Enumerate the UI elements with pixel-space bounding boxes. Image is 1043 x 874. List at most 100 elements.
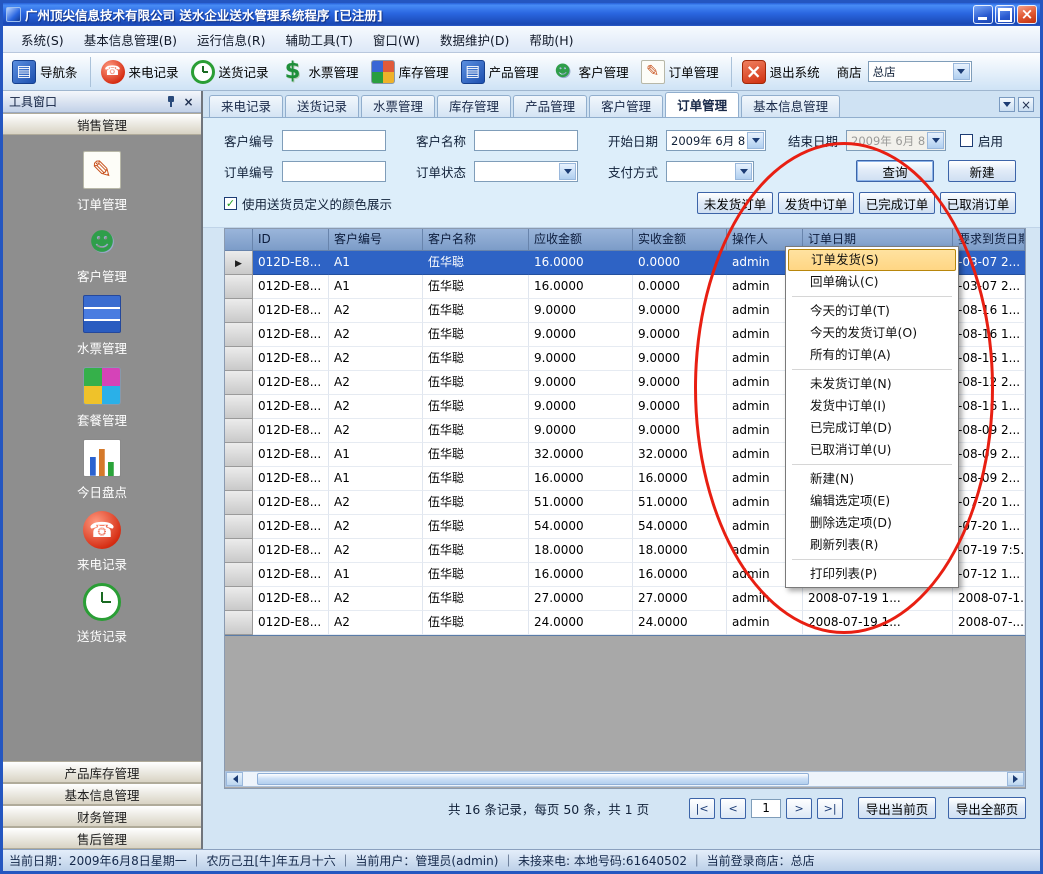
pay-method-arrow-icon[interactable]: [735, 163, 752, 180]
page-number-input[interactable]: [751, 799, 781, 818]
table-row[interactable]: 012D-E8... A2 伍华聪 24.0000 24.0000 admin …: [225, 611, 1025, 635]
tab[interactable]: 基本信息管理: [741, 95, 840, 117]
toolbar-button[interactable]: 产品管理: [456, 57, 544, 87]
menu-item[interactable]: 运行信息(R): [187, 26, 275, 53]
toolbar-button[interactable]: 送货记录: [186, 57, 274, 87]
sidebar-item[interactable]: 今日盘点: [77, 439, 127, 501]
menu-item[interactable]: 系统(S): [11, 26, 74, 53]
context-menu-item[interactable]: 回单确认(C): [788, 271, 956, 293]
sidebar-item[interactable]: 水票管理: [77, 295, 127, 357]
minimize-button[interactable]: [973, 5, 993, 24]
horizontal-scrollbar[interactable]: [225, 771, 1025, 787]
order-no-input[interactable]: [282, 161, 386, 182]
menu-item[interactable]: 数据维护(D): [430, 26, 519, 53]
menu-item[interactable]: 帮助(H): [519, 26, 583, 53]
last-page-button[interactable]: >|: [817, 798, 843, 819]
tool-window-close-icon[interactable]: [182, 95, 195, 108]
grid-column-header[interactable]: 客户编号: [329, 229, 423, 251]
order-status-arrow-icon[interactable]: [559, 163, 576, 180]
export-all-pages-button[interactable]: 导出全部页: [948, 797, 1026, 819]
color-option-checkbox[interactable]: [224, 197, 237, 210]
sidebar-item[interactable]: 送货记录: [77, 583, 127, 645]
context-menu-item[interactable]: 打印列表(P): [788, 563, 956, 585]
order-status-select[interactable]: [474, 161, 578, 182]
scroll-right-icon[interactable]: [1007, 772, 1024, 786]
order-status-filter-button[interactable]: 已完成订单: [859, 192, 935, 214]
grid-column-header[interactable]: 客户名称: [423, 229, 529, 251]
grid-column-header[interactable]: 实收金额: [633, 229, 727, 251]
context-menu-item[interactable]: 今天的发货订单(O): [788, 322, 956, 344]
toolbar-button[interactable]: 客户管理: [546, 57, 634, 87]
store-select[interactable]: 总店: [868, 61, 972, 82]
pay-method-select[interactable]: [666, 161, 754, 182]
store-select-arrow-icon[interactable]: [953, 63, 970, 80]
menu-item[interactable]: 窗口(W): [363, 26, 430, 53]
sidebar-section-bar[interactable]: 产品库存管理: [3, 761, 201, 783]
context-menu-item[interactable]: [788, 366, 956, 373]
order-status-filter-button[interactable]: 未发货订单: [697, 192, 773, 214]
close-button[interactable]: [1017, 5, 1037, 24]
scrollbar-thumb[interactable]: [257, 773, 809, 785]
tab[interactable]: 来电记录: [209, 95, 283, 117]
toolbar-button[interactable]: 库存管理: [366, 57, 454, 87]
context-menu-item[interactable]: 未发货订单(N): [788, 373, 956, 395]
context-menu-item[interactable]: 刷新列表(R): [788, 534, 956, 556]
enable-checkbox-group[interactable]: 启用: [960, 131, 1003, 150]
order-status-filter-button[interactable]: 已取消订单: [940, 192, 1016, 214]
first-page-button[interactable]: |<: [689, 798, 715, 819]
grid-column-header[interactable]: ID: [253, 229, 329, 251]
tab[interactable]: 库存管理: [437, 95, 511, 117]
menu-item[interactable]: 基本信息管理(B): [74, 26, 187, 53]
context-menu-item[interactable]: 编辑选定项(E): [788, 490, 956, 512]
context-menu-item[interactable]: [788, 556, 956, 563]
start-date-arrow-icon[interactable]: [747, 132, 764, 149]
tab[interactable]: 客户管理: [589, 95, 663, 117]
context-menu-item[interactable]: 已完成订单(D): [788, 417, 956, 439]
context-menu-item[interactable]: 发货中订单(I): [788, 395, 956, 417]
context-menu-item[interactable]: 所有的订单(A): [788, 344, 956, 366]
tab-close-icon[interactable]: [1018, 97, 1034, 112]
export-current-page-button[interactable]: 导出当前页: [858, 797, 936, 819]
customer-no-input[interactable]: [282, 130, 386, 151]
context-menu-item[interactable]: 新建(N): [788, 468, 956, 490]
toolbar-button[interactable]: 来电记录: [90, 57, 184, 87]
table-row[interactable]: 012D-E8... A2 伍华聪 27.0000 27.0000 admin …: [225, 587, 1025, 611]
pin-icon[interactable]: [166, 95, 176, 108]
query-button[interactable]: 查询: [856, 160, 934, 182]
tab[interactable]: 产品管理: [513, 95, 587, 117]
order-status-filter-button[interactable]: 发货中订单: [778, 192, 854, 214]
sidebar-item[interactable]: 订单管理: [77, 151, 127, 213]
customer-name-input[interactable]: [474, 130, 578, 151]
tab[interactable]: 送货记录: [285, 95, 359, 117]
start-date-picker[interactable]: 2009年 6月 8日: [666, 130, 766, 151]
sidebar-section-sales[interactable]: 销售管理: [3, 113, 201, 135]
context-menu-item[interactable]: [788, 293, 956, 300]
context-menu-item[interactable]: 删除选定项(D): [788, 512, 956, 534]
context-menu-item[interactable]: 今天的订单(T): [788, 300, 956, 322]
toolbar-button[interactable]: 订单管理: [636, 57, 724, 87]
end-date-picker[interactable]: 2009年 6月 8日: [846, 130, 946, 151]
new-button[interactable]: 新建: [948, 160, 1016, 182]
color-option-group[interactable]: 使用送货员定义的颜色展示: [224, 194, 392, 213]
scrollbar-track[interactable]: [243, 772, 1007, 786]
grid-column-header[interactable]: 应收金额: [529, 229, 633, 251]
prev-page-button[interactable]: <: [720, 798, 746, 819]
sidebar-item[interactable]: 套餐管理: [77, 367, 127, 429]
sidebar-item[interactable]: 客户管理: [77, 223, 127, 285]
tab-list-chevron-down-icon[interactable]: [999, 97, 1015, 112]
context-menu-item[interactable]: 订单发货(S): [788, 249, 956, 271]
enable-checkbox[interactable]: [960, 134, 973, 147]
context-menu-item[interactable]: [788, 461, 956, 468]
next-page-button[interactable]: >: [786, 798, 812, 819]
grid-column-header[interactable]: 要求到货日期: [953, 229, 1025, 251]
toolbar-button[interactable]: 导航条: [7, 57, 83, 87]
sidebar-section-bar[interactable]: 售后管理: [3, 827, 201, 849]
sidebar-section-bar[interactable]: 基本信息管理: [3, 783, 201, 805]
toolbar-button[interactable]: 退出系统: [731, 57, 825, 87]
context-menu-item[interactable]: 已取消订单(U): [788, 439, 956, 461]
tab[interactable]: 水票管理: [361, 95, 435, 117]
sidebar-item[interactable]: 来电记录: [77, 511, 127, 573]
sidebar-section-bar[interactable]: 财务管理: [3, 805, 201, 827]
end-date-arrow-icon[interactable]: [927, 132, 944, 149]
toolbar-button[interactable]: 水票管理: [276, 57, 364, 87]
